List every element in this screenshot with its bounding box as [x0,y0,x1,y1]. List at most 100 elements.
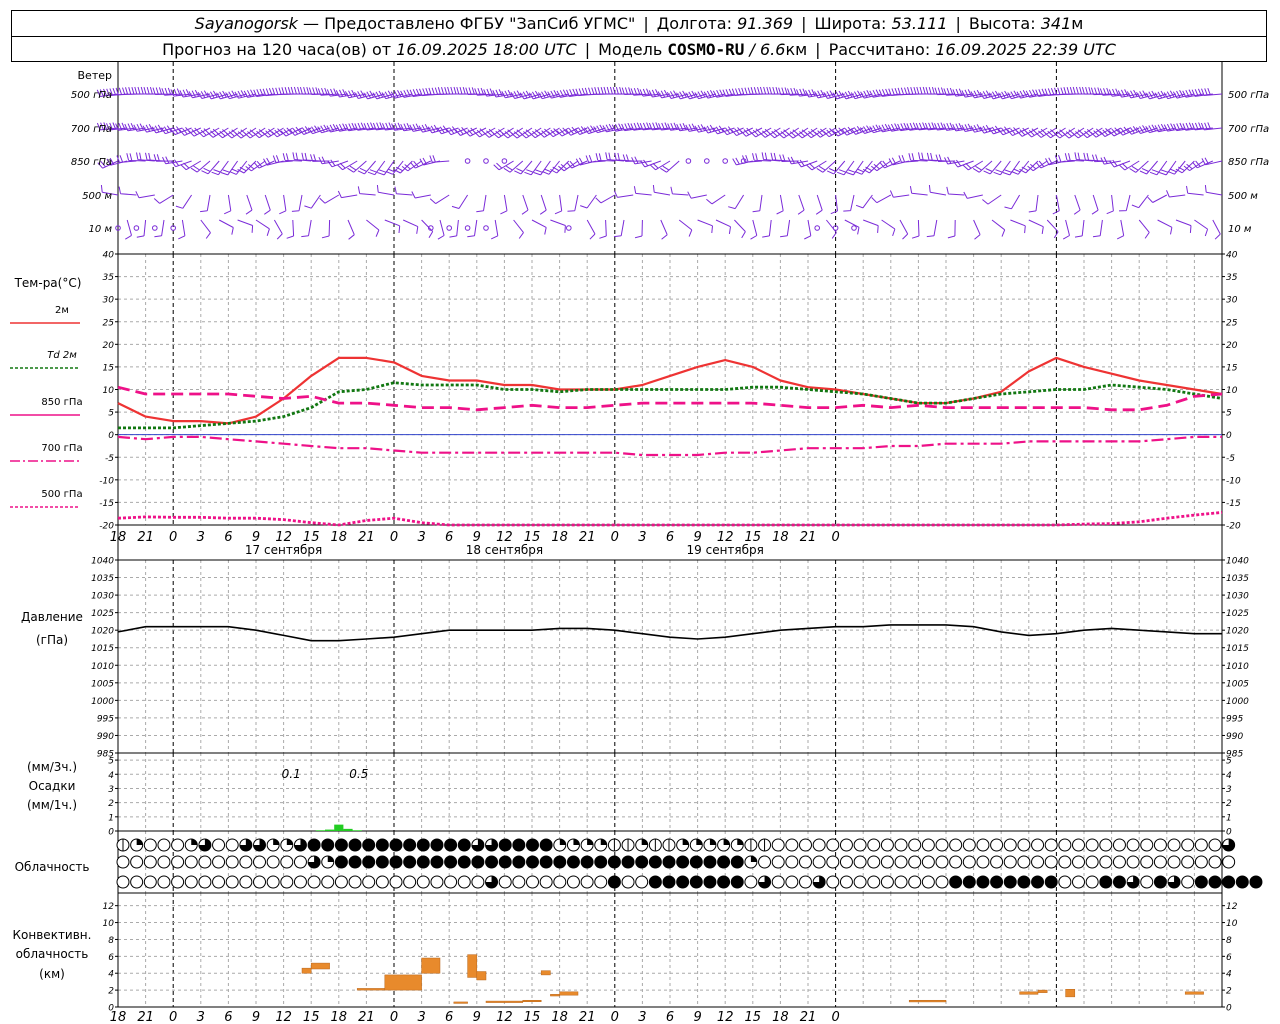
temp-legend-label: 500 гПа [41,489,82,500]
tick-label: 5 [108,409,114,419]
cloud-symbol [880,838,894,852]
calm-circle [446,225,453,231]
wind-barb-10m [321,219,331,239]
cloud-symbol [1003,838,1017,852]
cloud-symbol [416,875,430,889]
cloud-symbol [1249,875,1263,889]
wind-barb-10m [678,219,693,237]
wind-level-label: 500 м [1228,191,1258,202]
cloud-symbol-mark [600,839,607,845]
wind-barb-10m [490,219,499,240]
conv-cloud-bar [384,974,422,991]
cloud-symbol [771,875,785,889]
cloud-symbol [130,875,144,889]
tick-label: 1035 [91,574,114,584]
temp-legend-label: 700 гПа [41,443,82,454]
tick-label: 6 [108,953,114,963]
wind-barb-10m [991,219,1006,237]
wind-barb-500m [245,194,253,215]
wind-barb-500m [652,184,671,196]
wind-barb-500m [871,194,892,204]
wind-barb-500m [728,194,745,210]
cloud-symbol [198,855,212,869]
cloud-symbol [266,855,280,869]
cloud-symbol [1194,838,1208,852]
pressure-unit: (гПа) [36,633,68,647]
cloud-symbol-mark [709,839,716,845]
cloud-symbol [143,875,157,889]
wind-level-label: 500 м [82,191,112,202]
wind-barb-10m [780,219,791,238]
cloud-symbol [1112,875,1126,889]
cloud-symbol [867,875,881,889]
cloud-symbol [662,855,676,869]
cloud-symbol [1112,855,1126,869]
hour-label: 9 [252,1010,260,1024]
wind-barb-10m [947,219,956,239]
calm-circle [483,158,489,164]
cloud-symbol [293,875,307,889]
tick-label: 990 [1226,732,1243,742]
cloud-symbol [1099,838,1113,852]
cloud-symbol [512,875,526,889]
cloud-symbol [171,838,185,852]
cloud-symbol [457,875,471,889]
tick-label: 25 [103,318,115,328]
wind-barb-500m [411,191,431,199]
cloud-symbol [853,855,867,869]
precip-title: Осадки [29,779,76,793]
hour-label: 0 [611,1010,619,1024]
cloud-symbol [348,875,362,889]
wind-barb-500m [521,194,529,215]
cloud-symbol-mark [191,839,198,845]
cloud-symbol [1153,875,1167,889]
cloud-symbol [648,855,662,869]
cloud-symbol [594,855,608,869]
conv-cloud-bar [301,967,312,974]
tick-label: -15 [1226,499,1241,509]
calm-circle [851,225,857,231]
cloud-symbol [771,855,785,869]
temp-legend-label: 850 гПа [41,397,82,408]
tick-label: 20 [103,341,115,351]
wind-barb-850hpa [367,160,386,176]
cloud-symbol [526,875,539,889]
wind-barb-500m [670,186,689,196]
wind-barb-850hpa [357,160,376,175]
cloud-symbol-mark [682,839,689,845]
cloud-symbol [935,838,949,852]
tick-label: 1015 [1226,644,1249,654]
tick-label: 5 [1226,757,1232,767]
tick-label: 12 [103,902,115,912]
cloud-symbol [990,875,1004,889]
tick-label: 3 [1226,785,1232,795]
wind-barb-850hpa [983,160,1002,175]
wind-barb-500m [797,194,805,215]
wind-barb-500m [337,190,358,199]
wind-barb-10m [1194,219,1209,237]
cloud-symbol [758,855,772,869]
hour-label: 21 [579,1010,596,1024]
hour-label: 18 [772,1010,789,1024]
conv-title-2: облачность [16,947,89,961]
wind-barb-10m [881,219,896,237]
conv-cloud-bar [1065,989,1076,998]
cloud-symbol [580,855,594,869]
wind-barb-10m [531,219,547,235]
cloud-symbol [785,838,799,852]
cloud-symbol [1235,875,1249,889]
wind-barb-500m [567,194,579,212]
tick-label: 1025 [1226,609,1249,619]
tick-label: 2 [1226,987,1232,997]
cloud-symbol [635,855,649,869]
conv-unit: (км) [39,967,65,981]
tick-label: 1030 [91,592,114,602]
cloud-symbol [430,838,444,852]
cloud-symbol [498,855,512,869]
wind-barb-500m [500,194,508,215]
cloud-symbol [1099,875,1113,889]
cloud-symbol [812,838,826,852]
tick-label: 1015 [91,644,114,654]
cloud-symbol [908,838,922,852]
date-label: 18 сентября [466,543,543,557]
